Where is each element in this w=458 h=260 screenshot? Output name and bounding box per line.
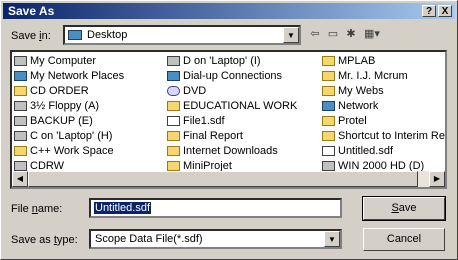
file-item[interactable]: C on 'Laptop' (H) (14, 129, 124, 144)
file-item[interactable]: My Webs (322, 84, 445, 99)
save-as-dialog: Save As ? X Save in: Desktop ▼ ⇦ ▭ ✱ ▦▾ … (0, 0, 458, 260)
save-button[interactable]: Save (362, 196, 446, 221)
file-item[interactable]: My Network Places (14, 69, 124, 84)
folder-icon (322, 56, 335, 66)
file-item-label: Mr. I.J. Mcrum (338, 70, 408, 82)
file-item[interactable]: Dial-up Connections (167, 69, 297, 84)
file-item-label: Dial-up Connections (183, 70, 283, 82)
up-folder-icon[interactable]: ▭ (325, 27, 341, 41)
drive-icon (167, 56, 180, 66)
file-item-label: Network (338, 100, 379, 112)
net-icon (14, 71, 27, 81)
file-item-label: C++ Work Space (30, 145, 114, 157)
file-item[interactable]: CD ORDER (14, 84, 124, 99)
close-button[interactable]: X (438, 5, 452, 17)
dvd-icon (167, 86, 180, 96)
chevron-down-icon[interactable]: ▼ (324, 231, 340, 247)
drive-icon (322, 161, 335, 171)
file-item[interactable]: Protel (322, 114, 445, 129)
file-item[interactable]: DVD (167, 84, 297, 99)
file-item-label: 3½ Floppy (A) (30, 100, 100, 112)
net-icon (167, 71, 180, 81)
file-item[interactable]: Untitled.sdf (322, 144, 445, 159)
save-in-value: Desktop (87, 29, 128, 41)
file-column-1: My Computer My Network Places CD ORDER 3½ F… (14, 54, 124, 174)
save-as-type-label: Save as type: (11, 234, 78, 246)
file-icon (322, 146, 335, 156)
file-item-label: File1.sdf (183, 115, 225, 127)
file-item[interactable]: BACKUP (E) (14, 114, 124, 129)
scroll-right-icon[interactable]: ▶ (429, 171, 445, 187)
file-item[interactable]: My Computer (14, 54, 124, 69)
file-name-value: Untitled.sdf (94, 202, 152, 214)
file-item[interactable]: Internet Downloads (167, 144, 297, 159)
file-item-label: BACKUP (E) (30, 115, 93, 127)
file-item-label: C on 'Laptop' (H) (30, 130, 113, 142)
window-title: Save As (8, 4, 55, 18)
back-arrow-icon[interactable]: ⇦ (307, 27, 323, 41)
folder-icon (14, 86, 27, 96)
file-item-label: Untitled.sdf (338, 145, 394, 157)
file-list[interactable]: My Computer My Network Places CD ORDER 3½ F… (10, 50, 447, 189)
views-menu-icon[interactable]: ▦▾ (361, 27, 383, 41)
file-item[interactable]: Final Report (167, 129, 297, 144)
scroll-thumb[interactable] (28, 171, 418, 187)
file-item-label: EDUCATIONAL WORK (183, 100, 298, 112)
file-name-input[interactable]: Untitled.sdf (89, 198, 342, 218)
save-as-type-combo[interactable]: Scope Data File(*.sdf) ▼ (89, 229, 342, 249)
file-item-label: D on 'Laptop' (I) (183, 55, 261, 67)
file-item[interactable]: C++ Work Space (14, 144, 124, 159)
save-in-combo[interactable]: Desktop ▼ (63, 25, 301, 45)
new-folder-icon[interactable]: ✱ (343, 27, 359, 41)
folder-icon (167, 146, 180, 156)
file-item-label: MPLAB (338, 55, 376, 67)
file-item-label: My Webs (338, 85, 384, 97)
file-item-label: Protel (338, 115, 367, 127)
drive-icon (14, 101, 27, 111)
desktop-icon (68, 30, 82, 40)
file-item-label: Shortcut to Interim Re (338, 130, 445, 142)
scroll-left-icon[interactable]: ◀ (12, 171, 28, 187)
folder-icon (167, 101, 180, 111)
file-item-label: Internet Downloads (183, 145, 278, 157)
file-icon (167, 116, 180, 126)
file-item[interactable]: File1.sdf (167, 114, 297, 129)
drive-icon (14, 116, 27, 126)
folder-icon (322, 131, 335, 141)
title-bar[interactable]: Save As ? X (3, 3, 455, 19)
file-item[interactable]: 3½ Floppy (A) (14, 99, 124, 114)
file-item-label: My Computer (30, 55, 97, 67)
drive-icon (14, 161, 27, 171)
file-item[interactable]: Shortcut to Interim Re (322, 129, 445, 144)
file-item[interactable]: EDUCATIONAL WORK (167, 99, 297, 114)
file-item[interactable]: D on 'Laptop' (I) (167, 54, 297, 69)
horizontal-scrollbar[interactable]: ◀ ▶ (12, 171, 445, 187)
net-icon (322, 101, 335, 111)
file-item[interactable]: Mr. I.J. Mcrum (322, 69, 445, 84)
folder-icon (14, 146, 27, 156)
folder-icon (167, 131, 180, 141)
drive-icon (14, 56, 27, 66)
save-in-label: Save in: (11, 30, 51, 42)
save-as-type-value: Scope Data File(*.sdf) (95, 233, 203, 245)
file-item-label: My Network Places (30, 70, 125, 82)
drive-icon (14, 131, 27, 141)
file-name-label: File name: (11, 203, 63, 215)
cancel-button[interactable]: Cancel (363, 228, 445, 251)
file-item-label: DVD (183, 85, 207, 97)
help-button[interactable]: ? (422, 5, 436, 17)
folder-icon (322, 116, 335, 126)
file-item-label: CD ORDER (30, 85, 89, 97)
file-item[interactable]: Network (322, 99, 445, 114)
file-column-3: MPLAB Mr. I.J. Mcrum My Webs Network Protel S… (322, 54, 445, 174)
chevron-down-icon[interactable]: ▼ (283, 27, 299, 43)
file-item-label: Final Report (183, 130, 243, 142)
folder-icon (322, 71, 335, 81)
folder-icon (322, 86, 335, 96)
file-item[interactable]: MPLAB (322, 54, 445, 69)
file-column-2: D on 'Laptop' (I) Dial-up Connections DVD E… (167, 54, 297, 174)
folder-icon (167, 161, 180, 171)
